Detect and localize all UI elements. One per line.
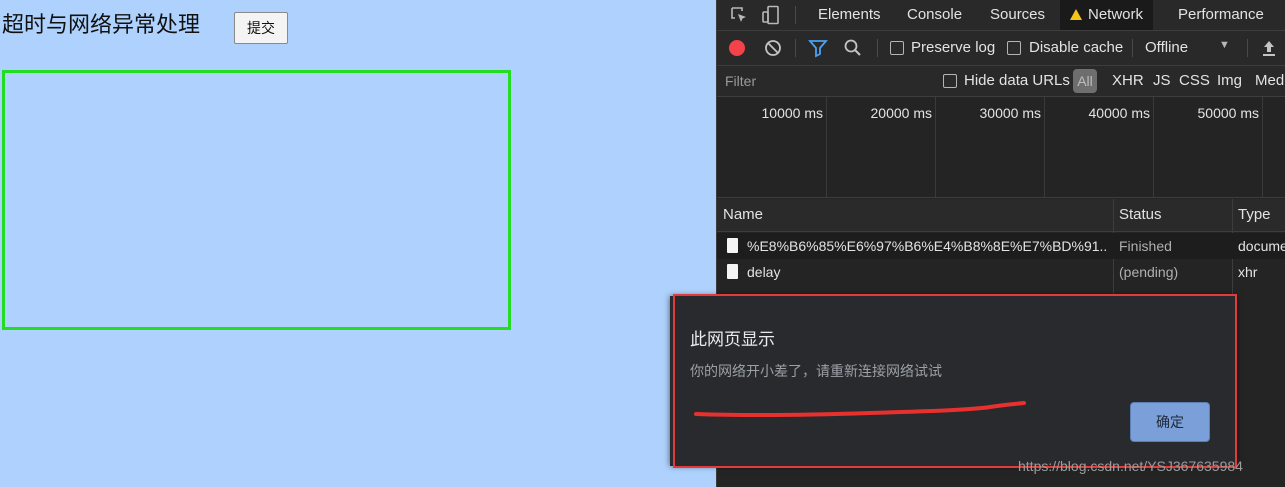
throttling-select[interactable]: Offline [1145,39,1188,56]
disable-cache-checkbox[interactable] [1007,41,1021,55]
timeline-tick: 40000 ms [1088,105,1150,121]
request-name: %E8%B6%85%E6%97%B6%E4%B8%8E%E7%BD%91... [747,238,1107,254]
tab-console[interactable]: Console [897,0,972,30]
preserve-log-checkbox[interactable] [890,41,904,55]
search-icon[interactable] [843,38,863,58]
tab-network[interactable]: Network [1060,0,1154,30]
preserve-log-label: Preserve log [911,39,996,56]
hide-data-urls-label: Hide data URLs [964,72,1070,89]
submit-button[interactable]: 提交 [234,12,288,44]
alert-dialog: 此网页显示 你的网络开小差了，请重新连接网络试试 确定 [670,296,1236,466]
column-name[interactable]: Name [717,199,763,231]
import-har-icon[interactable] [1259,38,1279,58]
red-underline-annotation [694,401,1026,418]
clear-icon[interactable] [763,38,783,58]
column-type[interactable]: Type [1232,199,1271,231]
page-title: 超时与网络异常处理 [2,13,201,38]
timeline-tick: 10000 ms [761,105,823,121]
type-filter-css[interactable]: CSS [1179,71,1210,91]
throttling-dropdown-icon[interactable]: ▼ [1219,39,1230,51]
request-type: docume [1238,238,1285,254]
filter-input[interactable]: Filter [725,71,915,91]
dialog-title: 此网页显示 [690,330,775,350]
request-name: delay [747,264,781,280]
table-row[interactable]: delay (pending) xhr [717,259,1285,285]
record-icon[interactable] [727,38,747,58]
timeline-tick: 50000 ms [1197,105,1259,121]
hide-data-urls-checkbox[interactable] [943,74,957,88]
document-icon [727,238,738,253]
web-page: 超时与网络异常处理 提交 [0,0,716,487]
type-filter-img[interactable]: Img [1217,71,1242,91]
devtools-tab-bar: Elements Console Sources Network Perform… [717,0,1285,31]
warning-icon [1070,9,1082,20]
type-filter-all[interactable]: All [1073,69,1097,93]
column-status[interactable]: Status [1113,199,1162,231]
timeline-tick: 30000 ms [979,105,1041,121]
request-status: Finished [1119,238,1172,254]
table-row[interactable]: %E8%B6%85%E6%97%B6%E4%B8%8E%E7%BD%91... … [717,233,1285,259]
device-toolbar-icon[interactable] [761,5,781,25]
timeline-tick: 20000 ms [870,105,932,121]
document-icon [727,264,738,279]
request-type: xhr [1238,264,1258,280]
type-filter-js[interactable]: JS [1153,71,1171,91]
tab-sources[interactable]: Sources [980,0,1055,30]
dialog-message: 你的网络开小差了，请重新连接网络试试 [690,364,942,380]
request-status: (pending) [1119,264,1179,280]
type-filter-media[interactable]: Med [1255,71,1284,91]
tab-elements[interactable]: Elements [808,0,891,30]
filter-bar: Filter Hide data URLs All XHR JS CSS Img… [717,66,1285,97]
tab-performance[interactable]: Performance [1168,0,1274,30]
tab-network-label: Network [1088,6,1144,23]
type-filter-xhr[interactable]: XHR [1112,71,1144,91]
watermark: https://blog.csdn.net/YSJ367635984 [1018,458,1243,474]
disable-cache-label: Disable cache [1029,39,1124,56]
filter-icon[interactable] [808,38,828,58]
inspect-element-icon[interactable] [729,5,749,25]
content-box [2,70,511,330]
network-toolbar: Preserve log Disable cache Offline ▼ [717,31,1285,66]
requests-table-header: Name Status Type [717,199,1285,232]
ok-button[interactable]: 确定 [1130,402,1210,442]
network-overview-timeline[interactable]: 10000 ms 20000 ms 30000 ms 40000 ms 5000… [717,97,1285,198]
